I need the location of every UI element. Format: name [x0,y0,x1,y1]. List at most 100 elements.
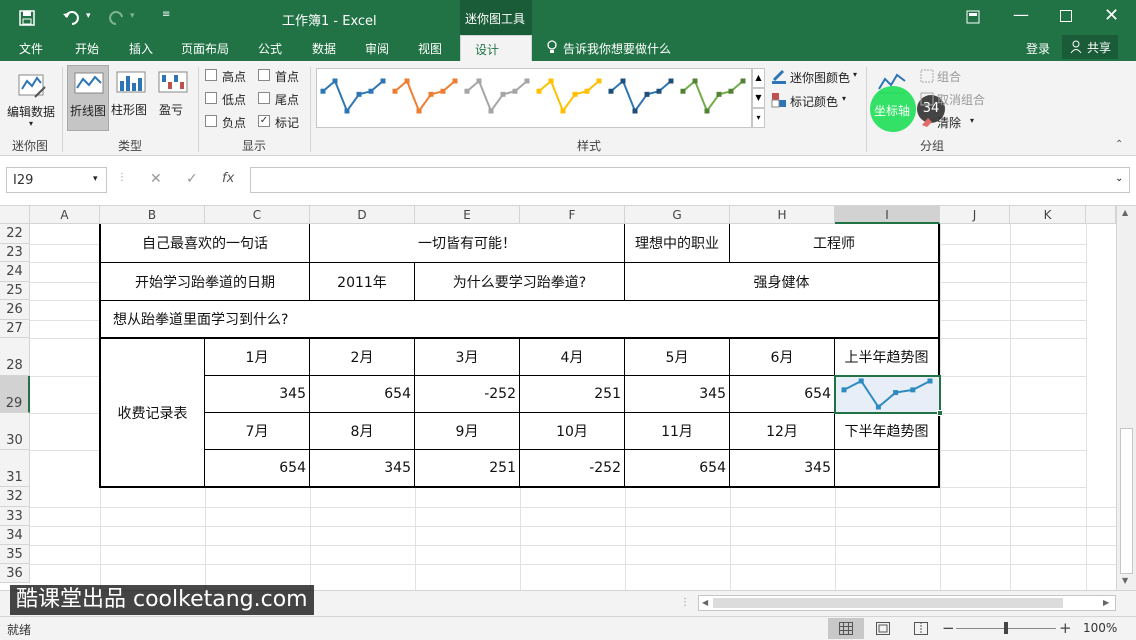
sparkline-color-button[interactable]: 迷你图颜色 ▾ [770,67,862,87]
scroll-right-icon[interactable]: ▶ [1103,598,1109,607]
tab-data[interactable]: 数据 [312,40,336,57]
style-gallery-swatches[interactable] [317,69,753,129]
tab-design[interactable]: 设计 [460,35,532,61]
tab-view[interactable]: 视图 [418,40,442,57]
month-cell[interactable]: 11月 [625,413,729,449]
column-header-a[interactable]: A [30,206,100,224]
row-header-31[interactable]: 31 [0,450,30,487]
gallery-scroll-down-button[interactable]: ▼ [752,88,765,108]
tab-formulas[interactable]: 公式 [258,40,282,57]
ribbon-display-icon[interactable] [966,10,980,24]
negative-point-checkbox[interactable] [205,115,217,127]
scroll-up-icon[interactable]: ▲ [1122,208,1128,217]
column-header-b[interactable]: B [100,206,205,224]
undo-dropdown-icon[interactable]: ▾ [86,11,91,21]
row-header-24[interactable]: 24 [0,262,30,282]
tab-review[interactable]: 审阅 [365,40,389,57]
row-header-29[interactable]: 29 [0,376,30,413]
value-cell[interactable]: 345 [205,376,309,412]
tab-home[interactable]: 开始 [75,40,99,57]
markers-checkbox[interactable]: ✓ [258,115,270,127]
column-header-c[interactable]: C [205,206,310,224]
minimize-icon[interactable]: — [1013,5,1029,24]
row-header-34[interactable]: 34 [0,526,30,545]
month-cell[interactable]: 2月 [310,339,414,375]
collapse-ribbon-icon[interactable]: ⌃ [1115,139,1123,150]
column-header-e[interactable]: E [415,206,520,224]
name-box-dropdown-icon[interactable]: ▾ [93,174,98,184]
last-point-checkbox[interactable] [258,92,270,104]
row-header-28[interactable]: 28 [0,338,30,376]
h2-trend-label[interactable]: 下半年趋势图 [835,413,938,449]
sparkline-style-option[interactable] [392,78,458,114]
month-cell[interactable]: 10月 [520,413,624,449]
month-cell[interactable]: 4月 [520,339,624,375]
tab-insert[interactable]: 插入 [129,40,153,57]
tell-me-search[interactable]: 告诉我你想要做什么 [563,40,671,57]
month-cell[interactable]: 8月 [310,413,414,449]
month-cell[interactable]: 6月 [730,339,834,375]
start-date-cell[interactable]: 2011年 [310,263,414,300]
row-header-26[interactable]: 26 [0,300,30,320]
ideal-job-cell[interactable]: 工程师 [730,224,938,262]
value-cell[interactable]: 251 [520,376,624,412]
high-point-checkbox[interactable] [205,69,217,81]
page-break-view-icon[interactable] [914,622,928,635]
value-cell[interactable]: 345 [730,450,834,486]
value-cell[interactable]: 654 [310,376,414,412]
value-cell[interactable]: 345 [310,450,414,486]
value-cell[interactable]: 654 [205,450,309,486]
tab-options-icon[interactable]: ⋮ [680,597,690,608]
column-header-d[interactable]: D [310,206,415,224]
row-header-23[interactable]: 23 [0,244,30,262]
month-cell[interactable]: 1月 [205,339,309,375]
row-header-36[interactable]: 36 [0,564,30,583]
redo-icon[interactable] [106,9,126,27]
customize-toolbar-icon[interactable]: ≡ [162,9,170,20]
sparkline-style-option[interactable] [536,78,602,114]
sign-in-link[interactable]: 登录 [1026,40,1050,57]
row-header-22[interactable]: 22 [0,224,30,244]
zoom-in-icon[interactable]: + [1059,619,1072,637]
select-all-corner[interactable] [0,206,30,224]
gallery-more-button[interactable]: ▾ [752,108,765,128]
marker-color-button[interactable]: 标记颜色 ▾ [770,91,862,111]
sparkline-cell-selected[interactable] [834,375,941,414]
confirm-entry-icon[interactable]: ✓ [186,171,198,187]
zoom-out-icon[interactable]: − [942,619,955,637]
sparkline-style-option[interactable] [464,78,530,114]
value-cell[interactable]: 251 [415,450,519,486]
column-header-k[interactable]: K [1010,206,1086,224]
undo-icon[interactable] [62,9,82,27]
why-cell[interactable]: 强身健体 [625,263,938,300]
vertical-scrollbar[interactable]: ▲ ▼ [1116,206,1136,590]
redo-dropdown-icon[interactable]: ▾ [130,11,135,21]
row-header-25[interactable]: 25 [0,282,30,300]
row-header-30[interactable]: 30 [0,413,30,450]
favorite-quote-label[interactable]: 自己最喜欢的一句话 [101,224,309,262]
maximize-icon[interactable] [1060,10,1072,22]
month-cell[interactable]: 7月 [205,413,309,449]
horizontal-scrollbar[interactable]: ◀ ▶ [698,595,1116,611]
column-header-g[interactable]: G [625,206,730,224]
winloss-type-button[interactable]: 盈亏 [153,65,193,131]
row-header-35[interactable]: 35 [0,545,30,564]
start-date-label[interactable]: 开始学习跆拳道的日期 [101,263,309,300]
value-cell[interactable]: -252 [415,376,519,412]
month-cell[interactable]: 12月 [730,413,834,449]
vertical-scroll-thumb[interactable] [1120,428,1133,574]
name-box[interactable]: I29 ▾ [6,167,107,193]
zoom-slider-thumb[interactable] [1004,622,1008,634]
gallery-scroll-up-button[interactable]: ▲ [752,68,765,88]
value-cell[interactable]: 654 [730,376,834,412]
horizontal-scroll-thumb[interactable] [713,598,1063,608]
tab-file[interactable]: 文件 [19,40,43,57]
favorite-quote-cell[interactable]: 一切皆有可能！ [310,224,624,262]
value-cell[interactable]: -252 [520,450,624,486]
close-icon[interactable]: ✕ [1104,5,1119,26]
month-cell[interactable]: 5月 [625,339,729,375]
why-label[interactable]: 为什么要学习跆拳道? [415,263,624,300]
column-header-f[interactable]: F [520,206,625,224]
insert-function-button[interactable]: fx [222,171,234,186]
sparkline-style-option[interactable] [320,78,386,114]
